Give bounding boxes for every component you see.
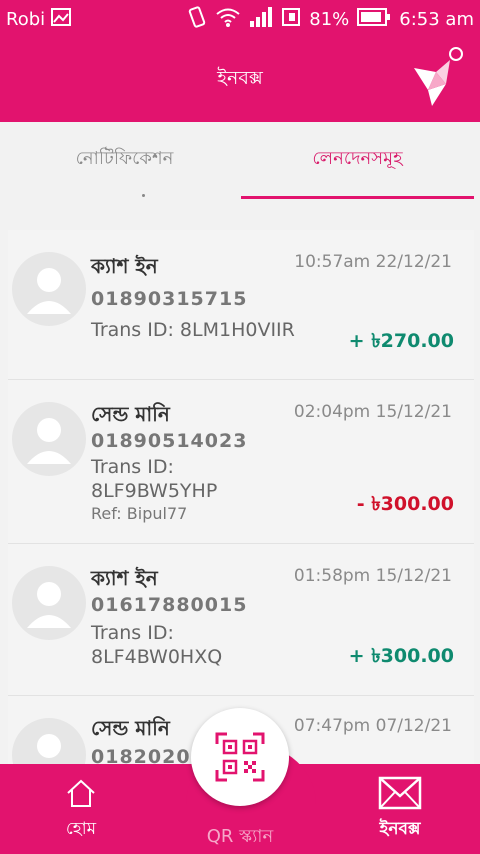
mail-icon [378, 776, 422, 810]
nav-inbox-label: ইনবক্স [379, 819, 421, 839]
tab-dot [142, 194, 145, 197]
transaction-phone: 01890315715 [91, 288, 248, 310]
transaction-amount: - ৳300.00 [356, 493, 454, 515]
transaction-amount: + ৳270.00 [348, 330, 454, 352]
qr-scan-button[interactable] [191, 708, 289, 806]
transaction-phone: 01890514023 [91, 430, 248, 452]
nav-home[interactable]: হোম [46, 778, 116, 844]
battery-icon [357, 7, 391, 31]
transaction-time: 07:47pm 07/12/21 [293, 716, 452, 736]
nav-inbox[interactable]: ইনবক্স [358, 776, 442, 844]
signal-icon [249, 6, 273, 32]
transaction-item[interactable]: ক্যাশ ইন 01:58pm 15/12/21 01617880015 Tr… [8, 544, 474, 696]
nav-home-label: হোম [65, 819, 97, 839]
qr-icon [215, 732, 265, 782]
app-bar: ইনবক্স [0, 38, 480, 122]
bkash-bird-logo[interactable] [410, 46, 466, 108]
transaction-id: Trans ID: 8LM1H0VIIR [91, 319, 295, 341]
avatar-icon [12, 566, 86, 640]
carrier-name: Robi [6, 8, 46, 30]
tab-transactions[interactable]: লেনদেনসমূহ [241, 144, 474, 175]
transaction-title: ক্যাশ ইন [91, 566, 158, 590]
transaction-phone: 01617880015 [91, 594, 248, 616]
wifi-icon [215, 7, 241, 32]
transaction-title: ক্যাশ ইন [91, 254, 158, 278]
transaction-item[interactable]: সেন্ড মানি 02:04pm 15/12/21 01890514023 … [8, 380, 474, 544]
transaction-id-label: Trans ID: [91, 456, 174, 478]
transaction-time: 10:57am 22/12/21 [294, 252, 452, 272]
transaction-id-label: Trans ID: [91, 622, 174, 644]
image-notification-icon [51, 7, 72, 31]
transaction-title: সেন্ড মানি [91, 716, 170, 740]
home-icon [67, 779, 95, 807]
page-title: ইনবক্স [217, 67, 263, 89]
battery-percent: 81% [309, 8, 350, 30]
status-bar: Robi 81% 6:53 am [0, 0, 480, 38]
transaction-amount: + ৳300.00 [348, 645, 454, 667]
status-right: 81% 6:53 am [187, 5, 474, 33]
tab-notifications[interactable]: নোটিফিকেশন [8, 144, 241, 175]
avatar-icon [12, 252, 86, 326]
sim-icon [281, 7, 301, 32]
transaction-time: 02:04pm 15/12/21 [293, 402, 452, 422]
carrier-group: Robi [6, 7, 72, 31]
transaction-title: সেন্ড মানি [91, 402, 170, 426]
transaction-ref: Ref: Bipul77 [91, 504, 188, 523]
avatar-icon [12, 402, 86, 476]
active-tab-indicator [241, 196, 474, 199]
transaction-id-value: 8LF4BW0HXQ [91, 646, 223, 668]
transaction-item[interactable]: ক্যাশ ইন 10:57am 22/12/21 01890315715 Tr… [8, 230, 474, 380]
clock: 6:53 am [399, 8, 474, 30]
inbox-tabs: নোটিফিকেশন লেনদেনসমূহ [8, 122, 474, 228]
transaction-id-value: 8LF9BW5YHP [91, 480, 218, 502]
rotation-icon [187, 5, 207, 33]
nav-qr-label[interactable]: QR স্ক্যান [190, 822, 290, 853]
transaction-time: 01:58pm 15/12/21 [293, 566, 452, 586]
